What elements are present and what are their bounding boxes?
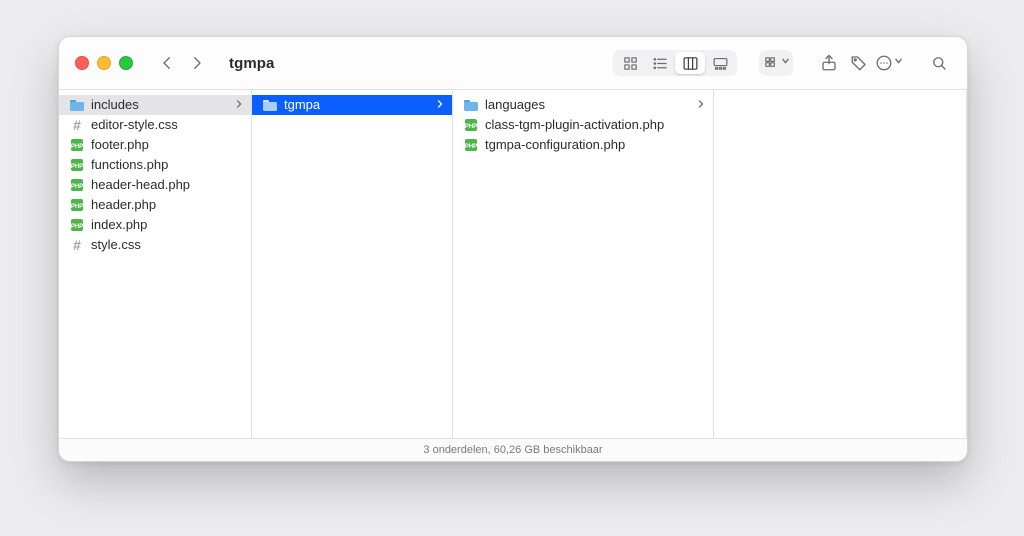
php-icon: PHP	[463, 117, 479, 133]
file-row[interactable]: PHP index.php	[59, 215, 251, 235]
tag-icon	[850, 54, 868, 72]
share-icon	[820, 54, 838, 72]
folder-row[interactable]: languages	[453, 95, 713, 115]
item-label: includes	[91, 95, 139, 115]
view-mode-segment	[613, 50, 737, 76]
item-label: functions.php	[91, 155, 168, 175]
item-label: style.css	[91, 235, 141, 255]
svg-text:PHP: PHP	[71, 144, 83, 150]
close-window-button[interactable]	[75, 56, 89, 70]
column-0[interactable]: includes # editor-style.css PHP footer.p…	[59, 90, 252, 438]
css-icon: #	[69, 117, 85, 133]
folder-row[interactable]: includes	[59, 95, 251, 115]
file-row[interactable]: PHP functions.php	[59, 155, 251, 175]
disclosure-icon	[235, 95, 243, 115]
file-row[interactable]: # style.css	[59, 235, 251, 255]
folder-row[interactable]: tgmpa	[252, 95, 452, 115]
php-icon: PHP	[69, 217, 85, 233]
columns-icon	[682, 55, 699, 72]
php-icon: PHP	[69, 137, 85, 153]
group-by-button[interactable]	[759, 50, 793, 76]
chevron-down-icon	[894, 54, 903, 68]
columns-area: includes # editor-style.css PHP footer.p…	[59, 90, 967, 438]
folder-icon	[463, 97, 479, 113]
item-label: tgmpa	[284, 95, 320, 115]
column-2[interactable]: languages PHP class-tgm-plugin-activatio…	[453, 90, 714, 438]
item-label: languages	[485, 95, 545, 115]
back-button[interactable]	[153, 51, 181, 75]
item-label: footer.php	[91, 135, 149, 155]
forward-button[interactable]	[183, 51, 211, 75]
folder-icon	[262, 97, 278, 113]
item-label: editor-style.css	[91, 115, 178, 135]
item-label: index.php	[91, 215, 147, 235]
file-row[interactable]: PHP tgmpa-configuration.php	[453, 135, 713, 155]
view-icon-button[interactable]	[615, 52, 645, 74]
file-row[interactable]: PHP class-tgm-plugin-activation.php	[453, 115, 713, 135]
nav-buttons	[153, 51, 211, 75]
column-3[interactable]	[714, 90, 967, 438]
item-label: tgmpa-configuration.php	[485, 135, 625, 155]
php-icon: PHP	[463, 137, 479, 153]
svg-text:PHP: PHP	[465, 124, 477, 130]
window-title: tgmpa	[229, 55, 275, 72]
svg-text:PHP: PHP	[71, 164, 83, 170]
disclosure-icon	[436, 95, 444, 115]
group-icon	[763, 55, 780, 72]
chevron-right-icon	[188, 54, 206, 72]
css-icon: #	[69, 237, 85, 253]
tags-button[interactable]	[845, 51, 873, 75]
file-row[interactable]: PHP header-head.php	[59, 175, 251, 195]
svg-text:PHP: PHP	[71, 224, 83, 230]
search-button[interactable]	[925, 51, 953, 75]
item-label: class-tgm-plugin-activation.php	[485, 115, 664, 135]
view-gallery-button[interactable]	[705, 52, 735, 74]
status-text: 3 onderdelen, 60,26 GB beschikbaar	[423, 444, 602, 456]
minimize-window-button[interactable]	[97, 56, 111, 70]
svg-text:PHP: PHP	[465, 144, 477, 150]
action-menu-button[interactable]	[875, 51, 903, 75]
svg-text:PHP: PHP	[71, 184, 83, 190]
php-icon: PHP	[69, 157, 85, 173]
item-label: header-head.php	[91, 175, 190, 195]
disclosure-icon	[697, 95, 705, 115]
search-icon	[930, 54, 948, 72]
file-row[interactable]: PHP footer.php	[59, 135, 251, 155]
list-icon	[652, 55, 669, 72]
status-bar: 3 onderdelen, 60,26 GB beschikbaar	[59, 438, 967, 461]
php-icon: PHP	[69, 197, 85, 213]
grid-icon	[622, 55, 639, 72]
file-row[interactable]: # editor-style.css	[59, 115, 251, 135]
view-list-button[interactable]	[645, 52, 675, 74]
gallery-icon	[712, 55, 729, 72]
php-icon: PHP	[69, 177, 85, 193]
view-columns-button[interactable]	[675, 52, 705, 74]
chevron-left-icon	[158, 54, 176, 72]
file-row[interactable]: PHP header.php	[59, 195, 251, 215]
svg-text:PHP: PHP	[71, 204, 83, 210]
zoom-window-button[interactable]	[119, 56, 133, 70]
column-1[interactable]: tgmpa	[252, 90, 453, 438]
item-label: header.php	[91, 195, 156, 215]
window-controls	[75, 56, 133, 70]
finder-window: tgmpa	[58, 36, 968, 462]
toolbar: tgmpa	[59, 37, 967, 90]
folder-icon	[69, 97, 85, 113]
share-button[interactable]	[815, 51, 843, 75]
ellipsis-circle-icon	[875, 54, 893, 72]
chevron-down-icon	[781, 54, 790, 68]
